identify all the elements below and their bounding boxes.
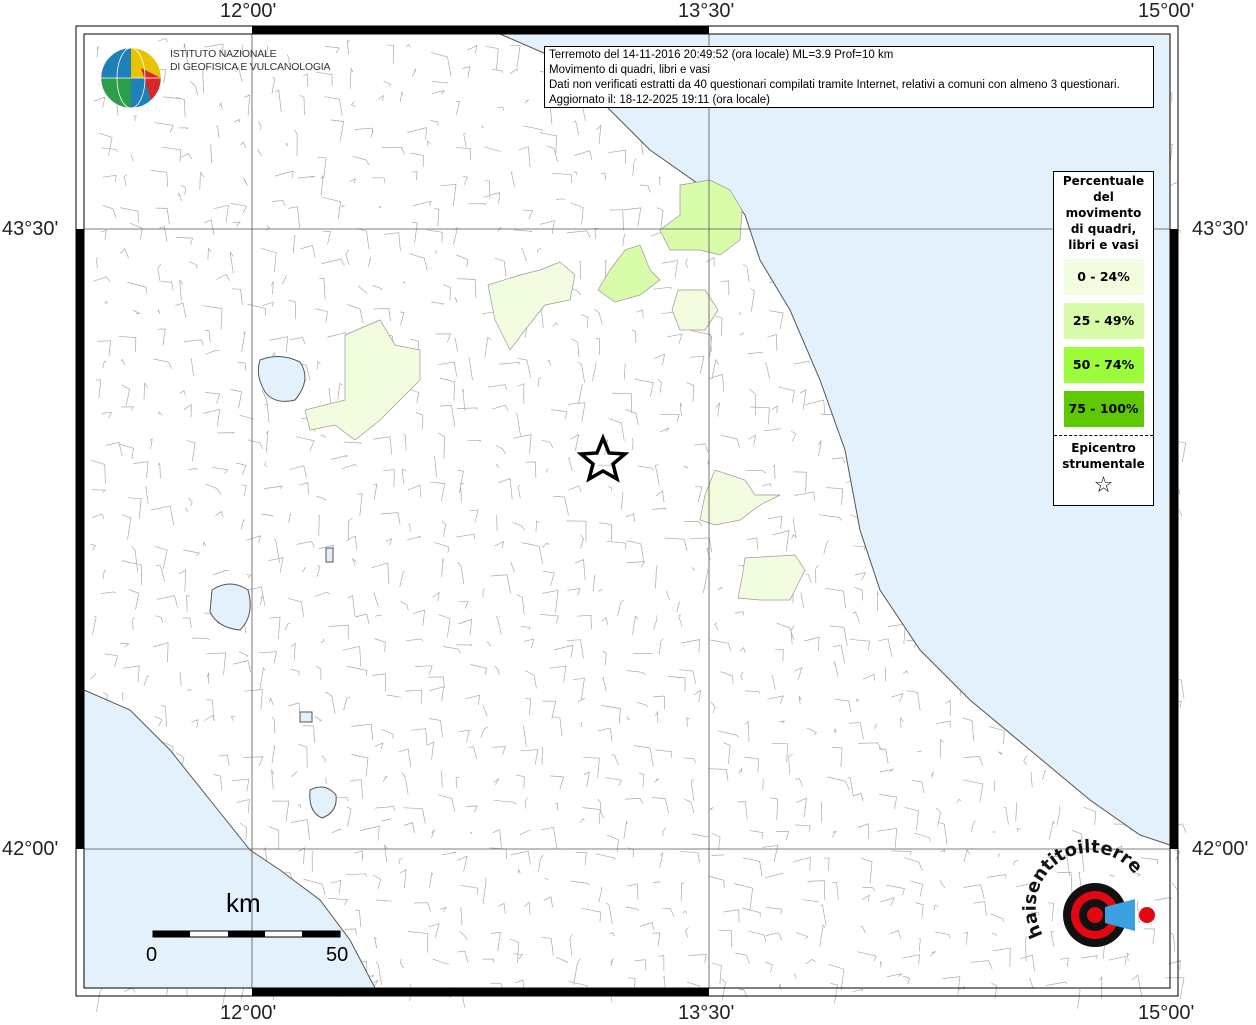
star-outline-icon: ☆ [1093, 473, 1114, 498]
lat-label: 42°00' [1192, 838, 1249, 860]
legend: Percentuale del movimento di quadri, lib… [1053, 171, 1154, 506]
intensity-map: haisentitoilterremoto.it [75, 25, 1187, 1012]
lon-label: 15°00' [1138, 0, 1195, 22]
data-note: Dati non verificati estratti da 40 quest… [549, 79, 1120, 91]
scale-end: 50 [326, 944, 349, 966]
legend-class: 75 - 100% [1063, 391, 1144, 427]
lon-label: 13°30' [678, 1002, 735, 1024]
effect-line: Movimento di quadri, libri e vasi [549, 64, 711, 76]
updated-line: Aggiornato il: 18-12-2025 19:11 (ora loc… [549, 94, 770, 106]
scale-bar [152, 930, 341, 938]
legend-class: 0 - 24% [1063, 259, 1144, 295]
ingv-logo: ISTITUTO NAZIONALE DI GEOFISICA E VULCANO… [100, 48, 331, 74]
lon-label: 15°00' [1138, 1002, 1195, 1024]
legend-title: Percentuale del movimento di quadri, lib… [1062, 174, 1145, 252]
event-line: Terremoto del 14-11-2016 20:49:52 (ora l… [549, 49, 894, 61]
lon-label: 13°30' [678, 0, 735, 22]
scale-start: 0 [146, 944, 158, 966]
logo-line: DI GEOFISICA E VULCANOLOGIA [170, 61, 331, 73]
lat-label: 42°00' [2, 838, 59, 860]
legend-class: 25 - 49% [1063, 303, 1144, 339]
logo-line: ISTITUTO NAZIONALE [170, 48, 277, 60]
legend-class: 50 - 74% [1063, 347, 1144, 383]
scale-unit: km [226, 888, 261, 918]
epicenter-label: Epicentro strumentale [1062, 441, 1145, 471]
event-info-box: Terremoto del 14-11-2016 20:49:52 (ora l… [544, 46, 1154, 108]
lat-label: 43°30' [1192, 218, 1249, 240]
lon-label: 12°00' [220, 0, 277, 22]
lat-label: 43°30' [2, 218, 59, 240]
lon-label: 12°00' [220, 1002, 277, 1024]
